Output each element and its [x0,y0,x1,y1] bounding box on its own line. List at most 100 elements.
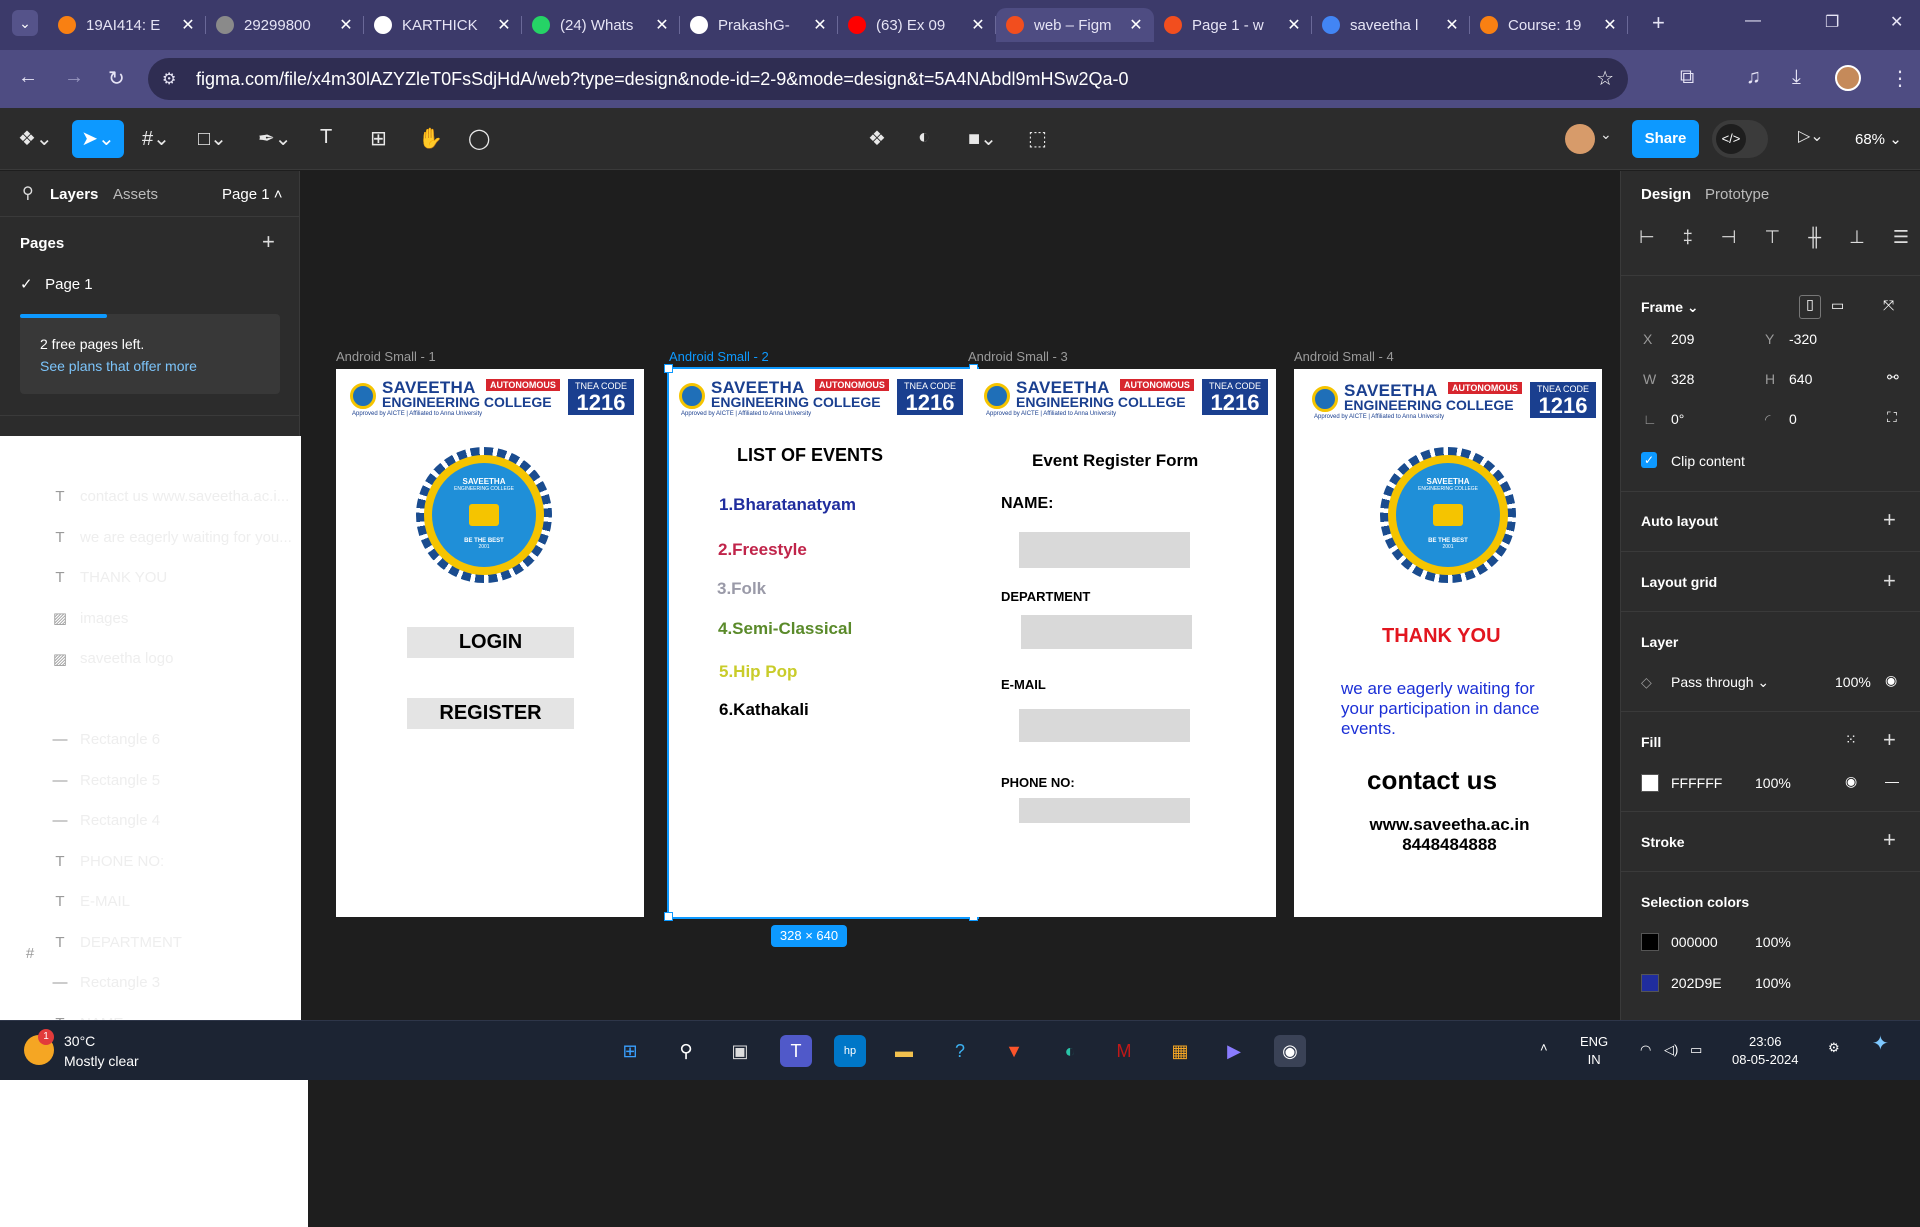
brave-browser-icon[interactable]: ▼ [998,1035,1030,1067]
battery-icon[interactable]: ▭ [1690,1041,1702,1059]
x-value[interactable]: 209 [1671,331,1694,347]
text-tool-icon[interactable]: T [320,126,332,149]
login-button[interactable]: LOGIN [407,627,574,658]
language-indicator[interactable]: ENG IN [1580,1033,1608,1069]
align-center-h-icon[interactable]: ‡ [1683,227,1693,248]
page-selector[interactable]: Page 1 ˄ [222,186,282,203]
frame-android-small-3[interactable]: SAVEETHA AUTONOMOUS ENGINEERING COLLEGE App… [968,369,1276,917]
layer-item[interactable]: ▨ images [0,598,300,638]
pen-tool-icon[interactable]: ✒⌄ [258,126,292,151]
align-middle-v-icon[interactable]: ╫ [1808,227,1821,248]
h-value[interactable]: 640 [1789,371,1812,387]
mask-icon[interactable]: ◐ [918,126,930,149]
close-tab-icon[interactable]: ✕ [1444,15,1460,35]
selection-color-opacity[interactable]: 100% [1755,975,1791,991]
new-tab-plus-icon[interactable]: + [1652,10,1665,36]
independent-corners-icon[interactable]: ⛶ [1887,409,1897,426]
reload-icon[interactable]: ↻ [108,66,125,91]
browser-tab[interactable]: 19AI414: E ✕ [48,8,206,42]
browser-tab[interactable]: Page 1 - w ✕ [1154,8,1312,42]
fill-hex[interactable]: FFFFFF [1671,775,1722,791]
frame-android-small-4[interactable]: SAVEETHA AUTONOMOUS ENGINEERING COLLEGE App… [1294,369,1602,917]
figma-main-menu-icon[interactable]: ❖⌄ [18,126,53,151]
resources-tool-icon[interactable]: ⊞ [370,126,387,151]
tab-design[interactable]: Design [1641,186,1691,203]
teams-icon[interactable]: T [780,1035,812,1067]
hp-support-icon[interactable]: ? [944,1035,976,1067]
align-bottom-icon[interactable]: ⊥ [1849,227,1865,248]
clock[interactable]: 23:06 08-05-2024 [1732,1033,1799,1069]
frame-android-small-1[interactable]: SAVEETHA AUTONOMOUS ENGINEERING COLLEGE App… [336,369,644,917]
omnibox[interactable]: ⚙ figma.com/file/x4m30lAZYZleT0FsSdjHdA/… [148,58,1628,100]
weather-description[interactable]: Mostly clear [64,1053,139,1069]
close-tab-icon[interactable]: ✕ [338,15,354,35]
settings-gear-icon[interactable]: ⚙ [1828,1039,1840,1057]
resize-to-fit-icon[interactable]: ⤧ [1883,297,1894,314]
move-tool-icon[interactable]: ➤⌄ [72,120,124,158]
y-value[interactable]: -320 [1789,331,1817,347]
file-explorer-icon[interactable]: ▬ [888,1035,920,1067]
shape-tool-icon[interactable]: □⌄ [198,126,227,151]
align-left-icon[interactable]: ⊢ [1639,227,1655,248]
browser-tab[interactable]: (63) Ex 09 ✕ [838,8,996,42]
add-page-plus-icon[interactable]: + [262,229,275,255]
layer-item[interactable]: T PHONE NO: [0,841,300,881]
site-settings-icon[interactable]: ⚙ [162,69,176,89]
dev-mode-toggle[interactable]: </> [1712,120,1768,158]
media-control-icon[interactable]: ♫ [1746,66,1761,89]
w-value[interactable]: 328 [1671,371,1694,387]
frame-heading[interactable]: Frame ⌄ [1641,299,1699,316]
layer-opacity[interactable]: 100% [1835,674,1871,690]
add-fill-plus-icon[interactable]: + [1883,727,1896,753]
search-icon[interactable]: ⚲ [670,1035,702,1067]
extensions-icon[interactable]: ⧉ [1680,66,1694,89]
crop-icon[interactable]: ⬚ [1028,126,1047,151]
fill-opacity[interactable]: 100% [1755,775,1791,791]
layer-item[interactable]: — Rectangle 4 [0,801,300,841]
layer-item[interactable]: T THANK YOU [0,558,300,598]
edge-browser-icon[interactable]: ◐ [1054,1035,1086,1067]
start-windows-icon[interactable]: ⊞ [614,1035,646,1067]
zoom-level[interactable]: 68% ⌄ [1855,130,1902,148]
microsoft-store-icon[interactable]: ▦ [1164,1035,1196,1067]
selection-color-swatch[interactable] [1641,933,1659,951]
close-tab-icon[interactable]: ✕ [1286,15,1302,35]
resize-handle[interactable] [664,364,673,373]
close-window-icon[interactable]: ✕ [1890,12,1903,32]
add-layout-grid-plus-icon[interactable]: + [1883,568,1896,594]
design-canvas[interactable]: Android Small - 1 Android Small - 2 Andr… [301,171,1619,1020]
comment-tool-icon[interactable]: ◯ [468,126,490,151]
layer-item[interactable]: Tcontact us www.saveetha.ac.i... [0,477,300,517]
copilot-icon[interactable]: ✦ [1872,1034,1889,1054]
wifi-icon[interactable]: ◠ [1640,1041,1651,1059]
browser-tab[interactable]: KARTHICK ✕ [364,8,522,42]
visibility-eye-icon[interactable]: ◉ [1885,672,1897,689]
close-tab-icon[interactable]: ✕ [970,15,986,35]
close-tab-icon[interactable]: ✕ [654,15,670,35]
distribute-icon[interactable]: ☰ [1893,227,1909,248]
task-view-icon[interactable]: ▣ [724,1035,756,1067]
radius-value[interactable]: 0 [1789,411,1797,427]
layer-item[interactable]: Twe are eagerly waiting for you... [0,517,300,557]
close-tab-icon[interactable]: ✕ [496,15,512,35]
layer-item[interactable]: ▨ saveetha logo [0,639,300,679]
align-top-icon[interactable]: ⊤ [1765,227,1781,248]
rotation-value[interactable]: 0° [1671,411,1684,427]
align-right-icon[interactable]: ⊣ [1721,227,1737,248]
constrain-proportions-icon[interactable]: ⚯ [1887,369,1899,386]
minimize-icon[interactable]: — [1745,12,1761,30]
close-tab-icon[interactable]: ✕ [180,15,196,35]
frame-label[interactable]: Android Small - 1 [336,349,436,364]
layer-item[interactable]: — Rectangle 3 [0,963,300,1003]
register-button[interactable]: REGISTER [407,698,574,729]
close-tab-icon[interactable]: ✕ [1602,15,1618,35]
resize-handle[interactable] [664,912,673,921]
maximize-icon[interactable]: ❐ [1825,12,1839,32]
component-icon[interactable]: ❖ [868,126,886,151]
add-auto-layout-plus-icon[interactable]: + [1883,507,1896,533]
blend-mode-select[interactable]: Pass through ⌄ [1671,674,1769,691]
fill-swatch[interactable] [1641,774,1659,792]
hand-tool-icon[interactable]: ✋ [418,126,443,151]
browser-tab[interactable]: web – Figm ✕ [996,8,1154,42]
layer-item[interactable]: T E-MAIL [0,882,300,922]
